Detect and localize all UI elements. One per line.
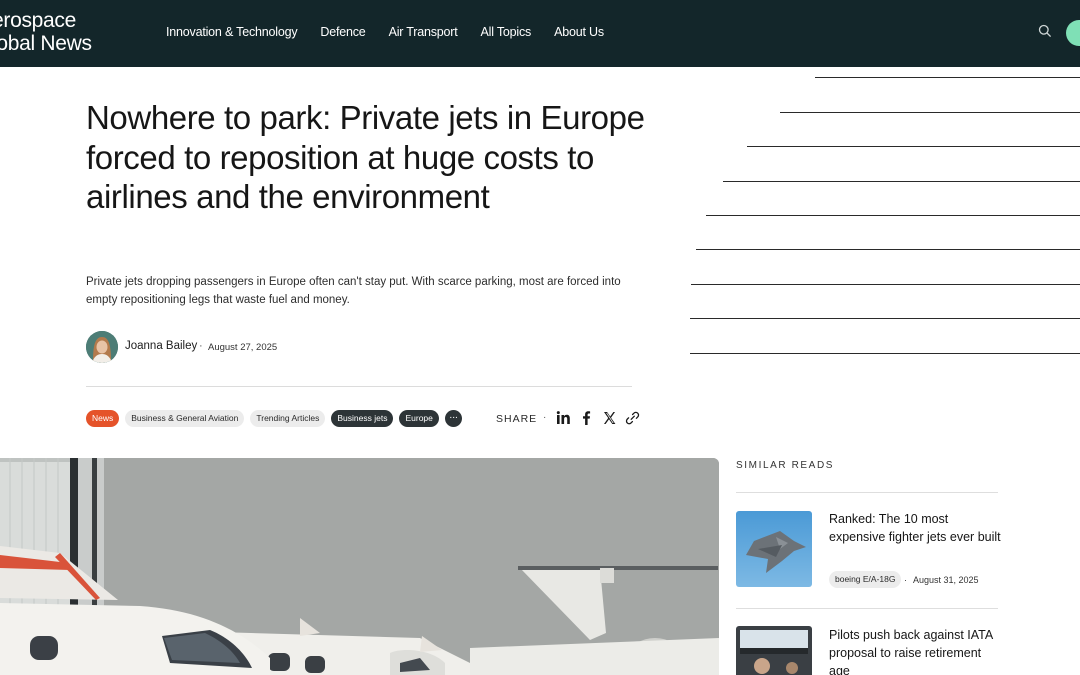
publish-date: August 27, 2025 xyxy=(208,342,278,353)
tag-list: News Business & General Aviation Trendin… xyxy=(86,410,462,427)
share-label: SHARE xyxy=(496,413,538,425)
divider xyxy=(736,492,998,493)
nav-about-us[interactable]: About Us xyxy=(554,25,604,39)
site-logo[interactable]: erospace lobal News xyxy=(0,9,92,55)
tag-business-general-aviation[interactable]: Business & General Aviation xyxy=(125,410,245,427)
nav-defence[interactable]: Defence xyxy=(320,25,365,39)
share-buttons xyxy=(556,410,640,426)
hero-image-private-jets xyxy=(0,458,719,675)
similar-item-tag[interactable]: boeing E/A-18G xyxy=(829,571,902,588)
similar-item-headline[interactable]: Ranked: The 10 most expensive fighter je… xyxy=(829,510,1004,546)
header-cta-button[interactable] xyxy=(1066,20,1080,46)
decorative-line xyxy=(747,146,1080,147)
article-headline: Nowhere to park: Private jets in Europe … xyxy=(86,99,645,215)
search-icon[interactable] xyxy=(1038,24,1056,42)
article-dek: Private jets dropping passengers in Euro… xyxy=(86,276,621,306)
author-avatar[interactable] xyxy=(86,331,118,363)
more-tags-button[interactable]: ··· xyxy=(444,410,462,427)
x-icon[interactable] xyxy=(602,410,617,426)
decorative-line xyxy=(690,353,1080,354)
similar-reads-heading: SIMILAR READS xyxy=(736,460,835,471)
link-icon[interactable] xyxy=(625,410,640,426)
tag-trending-articles[interactable]: Trending Articles xyxy=(250,410,326,427)
logo-line-1: erospace xyxy=(0,9,76,32)
tag-news[interactable]: News xyxy=(86,410,120,427)
similar-item-separator: · xyxy=(904,575,907,585)
similar-item-headline[interactable]: Pilots push back against IATA proposal t… xyxy=(829,626,1004,675)
divider xyxy=(736,608,998,609)
nav-air-transport[interactable]: Air Transport xyxy=(389,25,458,39)
decorative-line xyxy=(690,318,1080,319)
share-separator: · xyxy=(543,412,547,423)
divider xyxy=(86,386,632,387)
decorative-line xyxy=(691,284,1080,285)
decorative-line xyxy=(706,215,1080,216)
similar-item-thumbnail[interactable] xyxy=(736,626,812,675)
tag-business-jets[interactable]: Business jets xyxy=(331,410,394,427)
main-nav: Innovation & Technology Defence Air Tran… xyxy=(166,25,604,39)
tag-europe[interactable]: Europe xyxy=(399,410,439,427)
decorative-line xyxy=(696,249,1080,250)
logo-line-2: lobal News xyxy=(0,32,92,55)
facebook-icon[interactable] xyxy=(579,410,594,426)
site-header: erospace lobal News Innovation & Technol… xyxy=(0,0,1080,67)
similar-item-thumbnail[interactable] xyxy=(736,511,812,587)
decorative-line xyxy=(815,77,1080,78)
nav-all-topics[interactable]: All Topics xyxy=(481,25,532,39)
decorative-line xyxy=(723,181,1080,182)
decorative-line xyxy=(780,112,1080,113)
meta-separator: · xyxy=(199,340,203,352)
similar-item-date: August 31, 2025 xyxy=(913,575,979,585)
author-name[interactable]: Joanna Bailey xyxy=(125,340,197,352)
nav-innovation-technology[interactable]: Innovation & Technology xyxy=(166,25,298,39)
linkedin-icon[interactable] xyxy=(556,410,571,426)
